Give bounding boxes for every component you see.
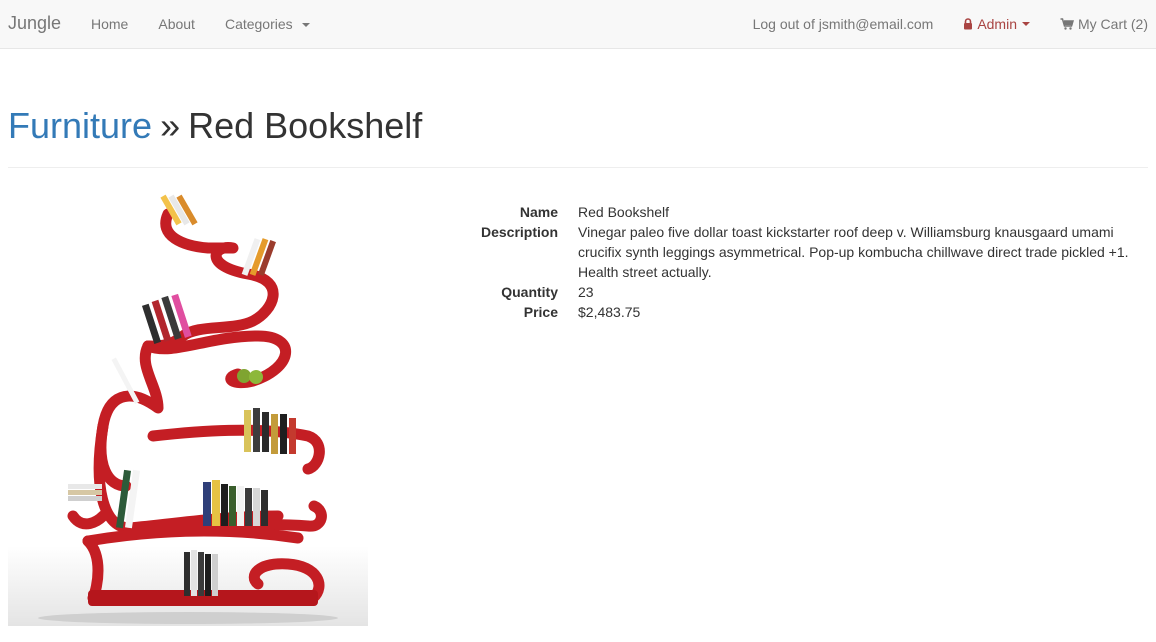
price-label: Price [523, 304, 558, 320]
page-title: Furniture» Red Bookshelf [8, 106, 422, 146]
nav-categories-dropdown[interactable]: Categories [225, 16, 310, 32]
nav-right: Log out of jsmith@email.com Admin My Car… [723, 16, 1148, 32]
cart-link[interactable]: My Cart (2) [1060, 16, 1148, 32]
cart-label: My Cart (2) [1078, 16, 1148, 32]
product-details: Name Red Bookshelf Description Vinegar p… [440, 202, 1140, 322]
nav-categories-label: Categories [224, 16, 293, 32]
top-navbar: Jungle Home About Categories Log out of … [0, 0, 1156, 49]
quantity-label: Quantity [501, 284, 558, 300]
shopping-cart-icon [1060, 18, 1074, 30]
logout-link[interactable]: Log out of jsmith@email.com [753, 16, 934, 32]
product-title: Red Bookshelf [188, 105, 423, 146]
brand-link[interactable]: Jungle [8, 13, 61, 34]
title-divider [8, 167, 1148, 168]
caret-down-icon [301, 23, 310, 28]
admin-label: Admin [977, 16, 1017, 32]
description-label: Description [480, 224, 558, 240]
lock-icon [963, 18, 973, 30]
product-image [8, 186, 368, 626]
name-value: Red Bookshelf [578, 204, 670, 220]
caret-down-icon [1022, 22, 1030, 26]
price-value: $2,483.75 [578, 304, 641, 320]
admin-dropdown[interactable]: Admin [963, 16, 1030, 32]
quantity-value: 23 [578, 284, 594, 300]
nav-left: Home About Categories [91, 16, 340, 32]
name-label: Name [519, 204, 558, 220]
nav-home-link[interactable]: Home [91, 16, 128, 32]
description-value: Vinegar paleo five dollar toast kickstar… [578, 224, 1129, 280]
breadcrumb-separator: » [160, 105, 181, 146]
nav-about-link[interactable]: About [158, 16, 195, 32]
category-breadcrumb-link[interactable]: Furniture [8, 105, 152, 146]
